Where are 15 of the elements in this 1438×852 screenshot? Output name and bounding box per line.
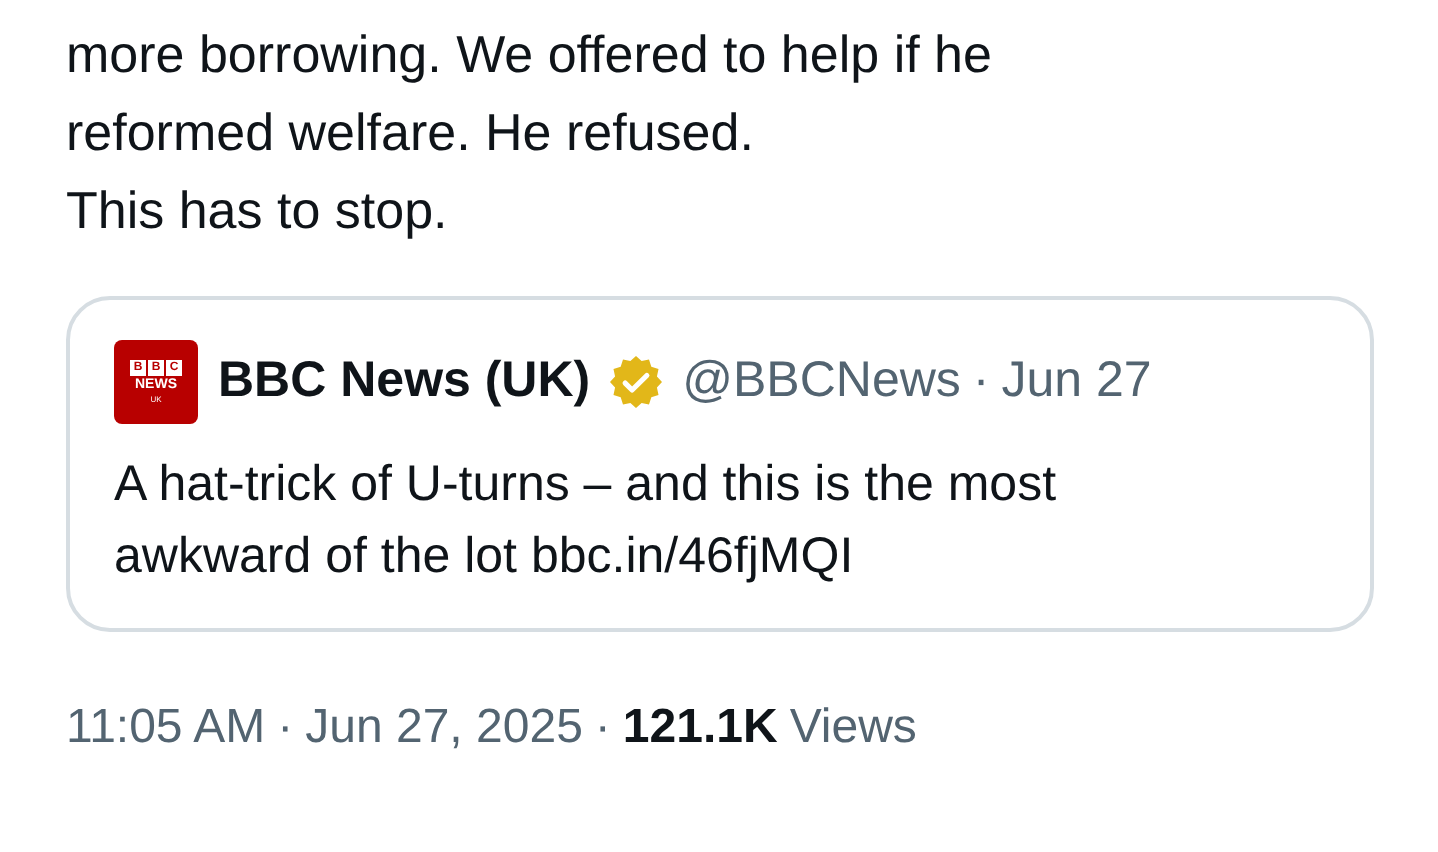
post-date: Jun 27 <box>1001 350 1152 413</box>
views-label: Views <box>789 698 917 758</box>
post-date: Jun 27, 2025 <box>305 698 583 758</box>
separator-dot: · <box>972 350 990 413</box>
post-time: 11:05 AM <box>66 698 266 758</box>
tweet-text-line: more borrowing. We offered to help if he <box>66 22 992 88</box>
author-handle: @BBCNews <box>682 350 961 413</box>
view-count: 121.1K <box>622 698 778 758</box>
separator-dot: · <box>594 698 611 758</box>
author-name: BBC News (UK) <box>218 350 591 413</box>
separator-dot: · <box>277 698 294 758</box>
quoted-tweet-text: A hat-trick of U-turns – and this is the most awkward of the lot bbc.in/46fjMQI <box>114 454 1059 588</box>
tweet-text-line: reformed welfare. He refused. <box>66 100 754 166</box>
link[interactable]: bbc.in/46fjMQI <box>530 528 854 584</box>
tweet-text-line: This has to stop. <box>66 178 448 244</box>
